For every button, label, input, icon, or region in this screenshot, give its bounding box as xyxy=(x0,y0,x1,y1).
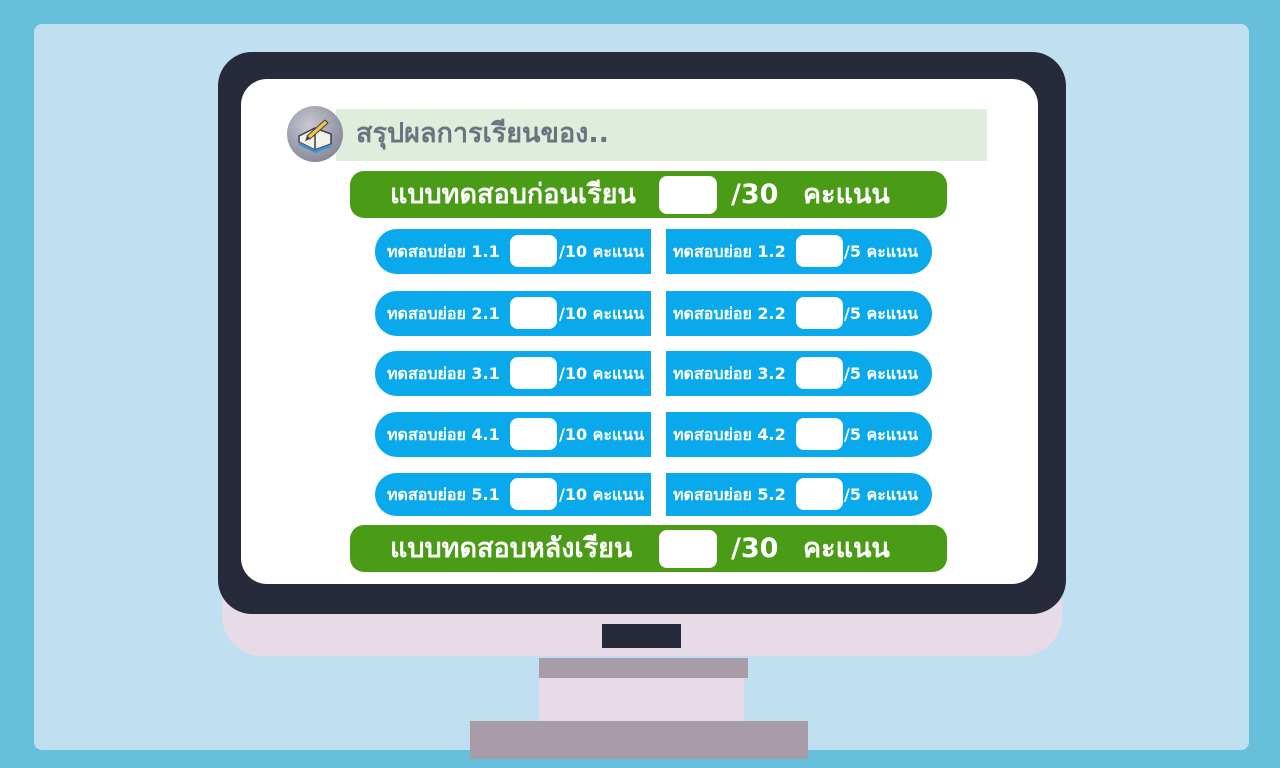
quiz-max: /5 คะแนน xyxy=(844,364,919,383)
pretest-unit: คะแนน xyxy=(803,179,890,210)
quiz-row: ทดสอบย่อย 2.2 /5 คะแนน xyxy=(666,291,932,336)
book-pen-icon xyxy=(287,106,343,162)
quiz-label: ทดสอบย่อย 1.1 xyxy=(387,242,500,261)
quiz-row: ทดสอบย่อย 4.1 /10 คะแนน xyxy=(375,412,651,457)
page-title: สรุปผลการเรียนของ.. xyxy=(356,118,609,149)
quiz-max: /10 คะแนน xyxy=(559,485,645,504)
quiz-max: /5 คะแนน xyxy=(844,304,919,323)
quiz-label: ทดสอบย่อย 1.2 xyxy=(673,242,786,261)
quiz-label: ทดสอบย่อย 4.1 xyxy=(387,425,500,444)
quiz-max: /10 คะแนน xyxy=(559,304,645,323)
quiz-row: ทดสอบย่อย 4.2 /5 คะแนน xyxy=(666,412,932,457)
quiz-score-input[interactable] xyxy=(796,418,843,450)
quiz-score-input[interactable] xyxy=(796,478,843,510)
quiz-max: /5 คะแนน xyxy=(844,242,919,261)
quiz-max: /5 คะแนน xyxy=(844,485,919,504)
quiz-score-input[interactable] xyxy=(796,297,843,329)
posttest-label: แบบทดสอบหลังเรียน xyxy=(390,533,633,564)
stand-neck xyxy=(539,678,744,722)
quiz-row: ทดสอบย่อย 2.1 /10 คะแนน xyxy=(375,291,651,336)
quiz-label: ทดสอบย่อย 5.2 xyxy=(673,485,786,504)
quiz-row: ทดสอบย่อย 3.2 /5 คะแนน xyxy=(666,351,932,396)
quiz-row: ทดสอบย่อย 5.2 /5 คะแนน xyxy=(666,473,932,516)
pretest-label: แบบทดสอบก่อนเรียน xyxy=(390,179,636,210)
posttest-bar: แบบทดสอบหลังเรียน /30 คะแนน xyxy=(350,525,947,572)
posttest-unit: คะแนน xyxy=(803,533,890,564)
quiz-score-input[interactable] xyxy=(510,297,557,329)
quiz-score-input[interactable] xyxy=(510,357,557,389)
quiz-row: ทดสอบย่อย 1.2 /5 คะแนน xyxy=(666,229,932,274)
quiz-score-input[interactable] xyxy=(796,235,843,267)
quiz-label: ทดสอบย่อย 4.2 xyxy=(673,425,786,444)
pretest-bar: แบบทดสอบก่อนเรียน /30 คะแนน xyxy=(350,171,947,218)
pretest-max: /30 xyxy=(731,179,779,210)
quiz-label: ทดสอบย่อย 2.1 xyxy=(387,304,500,323)
quiz-label: ทดสอบย่อย 5.1 xyxy=(387,485,500,504)
quiz-row: ทดสอบย่อย 5.1 /10 คะแนน xyxy=(375,473,651,516)
quiz-row: ทดสอบย่อย 3.1 /10 คะแนน xyxy=(375,351,651,396)
pretest-score-input[interactable] xyxy=(659,176,717,214)
quiz-score-input[interactable] xyxy=(510,235,557,267)
quiz-score-input[interactable] xyxy=(510,478,557,510)
quiz-row: ทดสอบย่อย 1.1 /10 คะแนน xyxy=(375,229,651,274)
posttest-score-input[interactable] xyxy=(659,530,717,568)
quiz-score-input[interactable] xyxy=(796,357,843,389)
quiz-label: ทดสอบย่อย 3.2 xyxy=(673,364,786,383)
stand-neck-top xyxy=(539,658,748,678)
quiz-max: /5 คะแนน xyxy=(844,425,919,444)
quiz-label: ทดสอบย่อย 3.1 xyxy=(387,364,500,383)
posttest-max: /30 xyxy=(731,533,779,564)
stand-base xyxy=(470,721,808,759)
monitor-logo-bar xyxy=(602,624,681,648)
quiz-label: ทดสอบย่อย 2.2 xyxy=(673,304,786,323)
quiz-max: /10 คะแนน xyxy=(559,242,645,261)
quiz-score-input[interactable] xyxy=(510,418,557,450)
quiz-max: /10 คะแนน xyxy=(559,425,645,444)
quiz-max: /10 คะแนน xyxy=(559,364,645,383)
